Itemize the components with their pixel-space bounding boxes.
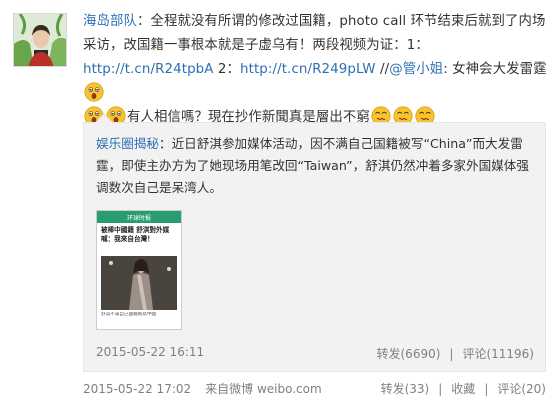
retweet-comment-button[interactable]: 评论(11196) bbox=[462, 347, 534, 361]
favorite-button[interactable]: 收藏 bbox=[451, 382, 475, 396]
post-text-part3: // bbox=[375, 62, 390, 77]
retweet-text: ：近日舒淇参加媒体活动，因不满自己国籍被写“China”而大发雷霆，即使主办方为… bbox=[96, 136, 529, 195]
post-text-part2: 2： bbox=[213, 62, 241, 77]
separator: | bbox=[449, 347, 454, 361]
post-link-1[interactable]: http://t.cn/R24tpbA bbox=[83, 62, 214, 77]
post-author-link[interactable]: 海岛部队 bbox=[83, 14, 137, 29]
post-body: 海岛部队：全程就没有所谓的修改过国籍，photo call 环节结束后就到了内场… bbox=[83, 10, 548, 130]
retweet-timestamp[interactable]: 2015-05-22 16:11 bbox=[96, 345, 204, 359]
thumb-caption: 舒淇不滿自己國籍被寫中國 bbox=[101, 312, 157, 317]
post-text-part1: ：全程就没有所谓的修改过国籍，photo call 环节结束后就到了内场采访，改… bbox=[83, 14, 546, 53]
separator: | bbox=[484, 382, 489, 396]
thumb-header: 环球时报 bbox=[127, 214, 151, 222]
retweet-repost-button[interactable]: 转发(6690) bbox=[377, 347, 441, 361]
retweet-image-thumbnail[interactable]: 环球时报 被棒中國籍 舒淇對外媒喊：我來自台灣！ 舒淇不滿自己國籍被寫中國 bbox=[96, 210, 182, 330]
retweet-box: 娱乐圈揭秘：近日舒淇参加媒体活动，因不满自己国籍被写“China”而大发雷霆，即… bbox=[83, 113, 546, 372]
post-footer: 2015-05-22 17:02 来自微博 weibo.com 转发(33) | 收藏… bbox=[83, 380, 546, 396]
post-text-part4: : 女神会大发雷霆 bbox=[443, 62, 547, 77]
post-link-2[interactable]: http://t.cn/R249pLW bbox=[240, 62, 376, 77]
repost-button[interactable]: 转发(33) bbox=[381, 382, 430, 396]
comment-button[interactable]: 评论(20) bbox=[497, 382, 546, 396]
thumb-headline: 被棒中國籍 舒淇對外媒喊：我來自台灣！ bbox=[101, 226, 170, 243]
post-source[interactable]: 来自微博 weibo.com bbox=[205, 382, 322, 396]
surprised-face-icon bbox=[84, 82, 104, 102]
post-mention[interactable]: @管小姐 bbox=[389, 62, 443, 77]
separator: | bbox=[438, 382, 443, 396]
post-timestamp[interactable]: 2015-05-22 17:02 bbox=[83, 382, 191, 396]
retweet-author-link[interactable]: 娱乐圈揭秘 bbox=[96, 136, 159, 151]
avatar[interactable] bbox=[13, 13, 67, 67]
